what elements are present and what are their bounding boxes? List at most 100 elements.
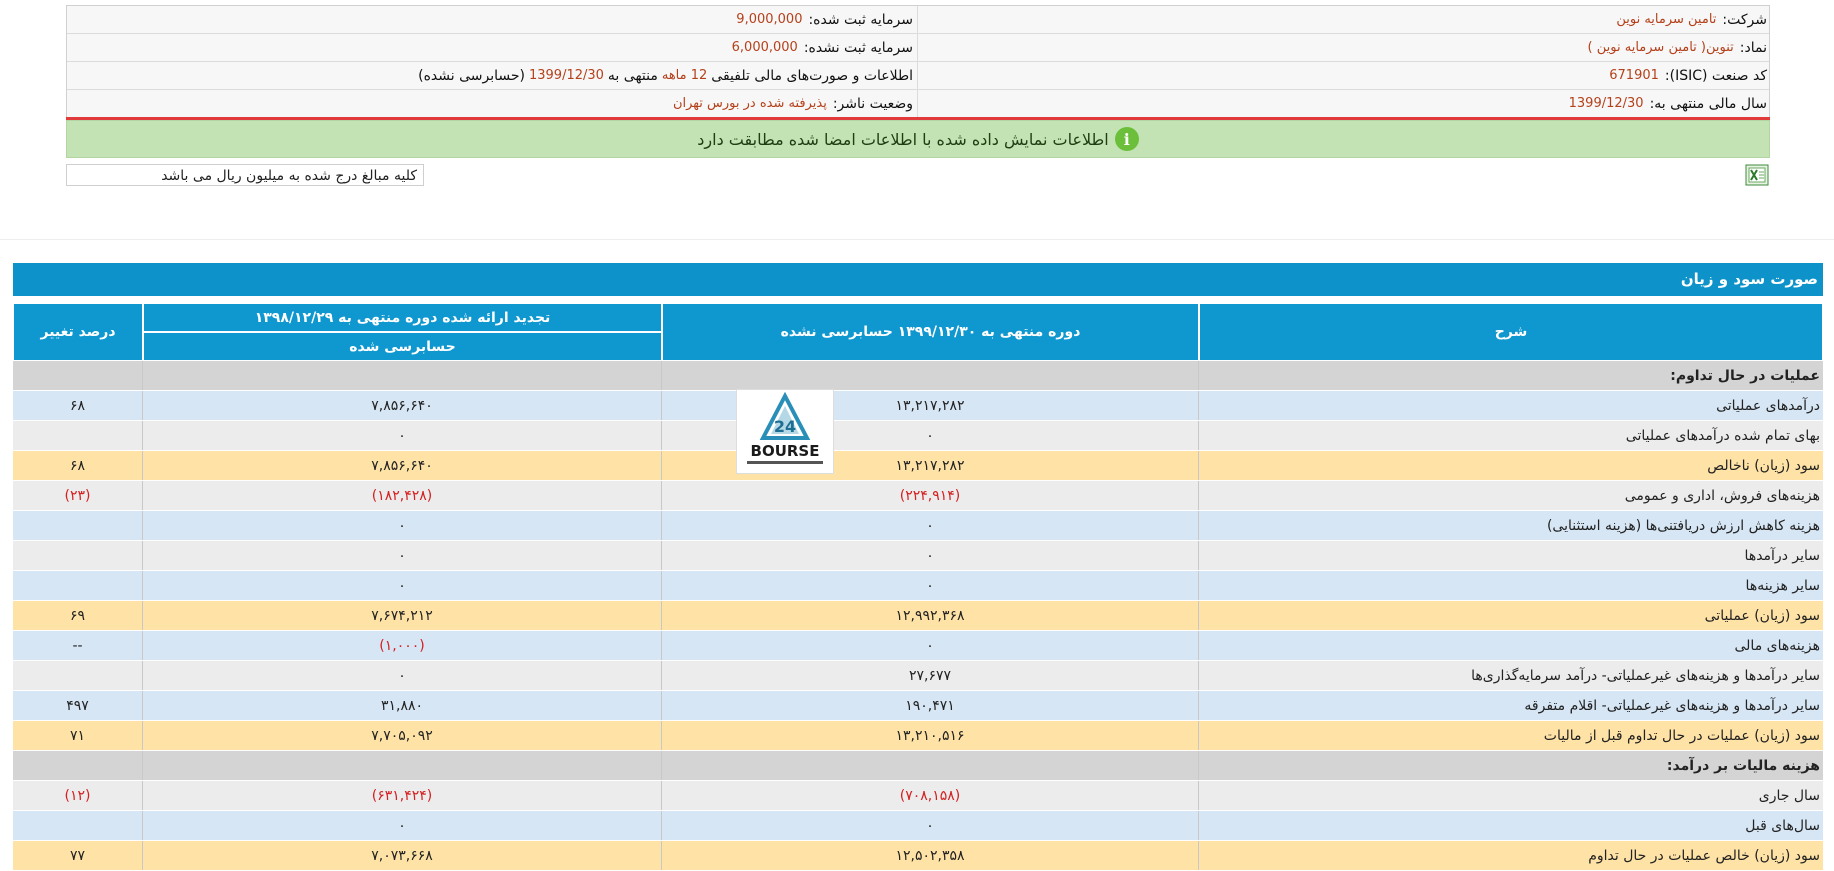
verification-banner: i اطلاعات نمایش داده شده با اطلاعات امضا… bbox=[66, 120, 1770, 158]
row-desc: هزینه‌های مالی bbox=[1199, 631, 1823, 660]
symbol-label: نماد: bbox=[1739, 39, 1767, 56]
statement-cell: اطلاعات و صورت‌های مالی تلفیقی 12 ماهه م… bbox=[67, 62, 918, 89]
info-row-company: شرکت: تامین سرمایه نوین سرمایه ثبت شده: … bbox=[67, 6, 1769, 34]
table-row: سود (زیان) خالص عملیات در حال تداوم ۱۲,۵۰… bbox=[13, 841, 1823, 871]
isic-label: کد صنعت (ISIC): bbox=[1664, 67, 1767, 84]
statement-suffix: (حسابرسی نشده) bbox=[418, 67, 525, 84]
row-desc: سود (زیان) خالص عملیات در حال تداوم bbox=[1199, 841, 1823, 870]
table-row: سود (زیان) ناخالص ۱۳,۲۱۷,۲۸۲ ۷,۸۵۶,۶۴۰ ۶۸ bbox=[13, 451, 1823, 481]
row-previous: ۷,۷۰۵,۰۹۲ bbox=[143, 721, 662, 750]
info-row-isic: کد صنعت (ISIC): 671901 اطلاعات و صورت‌ها… bbox=[67, 62, 1769, 90]
row-current: ۰ bbox=[662, 811, 1199, 840]
row-current: ۰ bbox=[662, 631, 1199, 660]
row-desc: سایر درآمدها و هزینه‌های غیرعملیاتی- درآ… bbox=[1199, 661, 1823, 690]
row-current bbox=[662, 361, 1199, 390]
company-label: شرکت: bbox=[1722, 11, 1767, 28]
row-change bbox=[13, 751, 143, 780]
row-change: -- bbox=[13, 631, 143, 660]
row-change bbox=[13, 511, 143, 540]
row-current: ۰ bbox=[662, 511, 1199, 540]
row-desc: سود (زیان) عملیات در حال تداوم قبل از ما… bbox=[1199, 721, 1823, 750]
fiscal-year-value: 1399/12/30 bbox=[1568, 96, 1644, 111]
symbol-value[interactable]: تنوین( تامین سرمایه نوین ) bbox=[1588, 40, 1734, 55]
logo-numeral: 24 bbox=[774, 417, 796, 436]
row-current: ۱۳,۲۱۰,۵۱۶ bbox=[662, 721, 1199, 750]
section-separator bbox=[0, 239, 1834, 240]
verification-text: اطلاعات نمایش داده شده با اطلاعات امضا ش… bbox=[697, 129, 1109, 149]
table-body: عملیات در حال تداوم: درآمدهای عملیاتی ۱۳,۲… bbox=[13, 361, 1823, 871]
row-previous: ۰ bbox=[143, 541, 662, 570]
capital-registered-cell: سرمایه ثبت شده: 9,000,000 bbox=[67, 6, 918, 33]
fiscal-year-label: سال مالی منتهی به: bbox=[1649, 95, 1767, 112]
capital-unregistered-label: سرمایه ثبت نشده: bbox=[803, 39, 913, 56]
row-previous: (۱,۰۰۰) bbox=[143, 631, 662, 660]
row-desc: سال‌های قبل bbox=[1199, 811, 1823, 840]
row-current bbox=[662, 751, 1199, 780]
row-desc: هزینه‌های فروش، اداری و عمومی bbox=[1199, 481, 1823, 510]
row-current: ۱۲,۹۹۲,۳۶۸ bbox=[662, 601, 1199, 630]
header-previous: تجدید ارائه شده دوره منتهی به ۱۳۹۸/۱۲/۲۹ bbox=[143, 303, 662, 332]
table-row: سال‌های قبل ۰ ۰ bbox=[13, 811, 1823, 841]
row-desc: هزینه کاهش ارزش دریافتنی‌ها (هزینه استثن… bbox=[1199, 511, 1823, 540]
table-row: سال جاری (۷۰۸,۱۵۸) (۶۳۱,۴۲۴) (۱۲) bbox=[13, 781, 1823, 811]
isic-cell: کد صنعت (ISIC): 671901 bbox=[918, 62, 1769, 89]
row-current: ۰ bbox=[662, 571, 1199, 600]
table-row: عملیات در حال تداوم: bbox=[13, 361, 1823, 391]
row-change: (۱۲) bbox=[13, 781, 143, 810]
row-previous: ۷,۸۵۶,۶۴۰ bbox=[143, 451, 662, 480]
table-row: هزینه مالیات بر درآمد: bbox=[13, 751, 1823, 781]
table-row: سایر درآمدها و هزینه‌های غیرعملیاتی- درآ… bbox=[13, 661, 1823, 691]
table-row: سایر درآمدها ۰ ۰ bbox=[13, 541, 1823, 571]
row-desc: عملیات در حال تداوم: bbox=[1199, 361, 1823, 390]
capital-registered-value: 9,000,000 bbox=[736, 12, 803, 27]
row-current: ۱۹۰,۴۷۱ bbox=[662, 691, 1199, 720]
statement-period: 12 ماهه bbox=[661, 68, 708, 83]
company-value: تامین سرمایه نوین bbox=[1616, 12, 1717, 27]
row-current: ۰ bbox=[662, 541, 1199, 570]
row-previous: (۶۳۱,۴۲۴) bbox=[143, 781, 662, 810]
row-desc: سایر هزینه‌ها bbox=[1199, 571, 1823, 600]
publisher-cell: وضعیت ناشر: پذیرفته شده در بورس تهران bbox=[67, 90, 918, 117]
statement-date: 1399/12/30 bbox=[528, 68, 604, 83]
row-desc: سایر درآمدها bbox=[1199, 541, 1823, 570]
symbol-cell: نماد: تنوین( تامین سرمایه نوین ) bbox=[918, 34, 1769, 61]
statement-prefix: اطلاعات و صورت‌های مالی تلفیقی bbox=[711, 67, 913, 84]
row-previous: (۱۸۲,۴۲۸) bbox=[143, 481, 662, 510]
row-previous: ۰ bbox=[143, 571, 662, 600]
row-change bbox=[13, 571, 143, 600]
company-info-table: شرکت: تامین سرمایه نوین سرمایه ثبت شده: … bbox=[66, 5, 1770, 118]
row-desc: هزینه مالیات بر درآمد: bbox=[1199, 751, 1823, 780]
row-change bbox=[13, 421, 143, 450]
publisher-label: وضعیت ناشر: bbox=[832, 95, 913, 112]
row-current: (۷۰۸,۱۵۸) bbox=[662, 781, 1199, 810]
row-previous: ۰ bbox=[143, 421, 662, 450]
info-row-fiscal: سال مالی منتهی به: 1399/12/30 وضعیت ناشر… bbox=[67, 90, 1769, 117]
header-current: دوره منتهی به ۱۳۹۹/۱۲/۳۰ حسابرسی نشده bbox=[662, 303, 1199, 361]
table-row: سود (زیان) عملیاتی ۱۲,۹۹۲,۳۶۸ ۷,۶۷۴,۲۱۲ ۶۹ bbox=[13, 601, 1823, 631]
row-change: ۶۸ bbox=[13, 451, 143, 480]
publisher-value: پذیرفته شده در بورس تهران bbox=[672, 96, 827, 111]
units-note: کلیه مبالغ درج شده به میلیون ریال می باش… bbox=[66, 164, 424, 186]
row-desc: سود (زیان) عملیاتی bbox=[1199, 601, 1823, 630]
row-change: (۲۳) bbox=[13, 481, 143, 510]
excel-export-icon[interactable] bbox=[1745, 163, 1769, 187]
row-previous: ۷,۶۷۴,۲۱۲ bbox=[143, 601, 662, 630]
capital-unregistered-cell: سرمایه ثبت نشده: 6,000,000 bbox=[67, 34, 918, 61]
income-statement-table: شرح دوره منتهی به ۱۳۹۹/۱۲/۳۰ حسابرسی نشد… bbox=[13, 303, 1823, 871]
fiscal-year-cell: سال مالی منتهی به: 1399/12/30 bbox=[918, 90, 1769, 117]
section-title: صورت سود و زیان bbox=[13, 263, 1823, 296]
row-previous bbox=[143, 751, 662, 780]
row-change bbox=[13, 811, 143, 840]
row-previous: ۳۱,۸۸۰ bbox=[143, 691, 662, 720]
bourse24-logo: 24 BOURSE bbox=[736, 389, 834, 474]
capital-registered-label: سرمایه ثبت شده: bbox=[808, 11, 913, 28]
row-previous: ۰ bbox=[143, 811, 662, 840]
row-desc: سایر درآمدها و هزینه‌های غیرعملیاتی- اقل… bbox=[1199, 691, 1823, 720]
table-row: بهای تمام شده درآمدهای عملیاتی ۰ ۰ bbox=[13, 421, 1823, 451]
capital-unregistered-value: 6,000,000 bbox=[731, 40, 798, 55]
row-desc: سود (زیان) ناخالص bbox=[1199, 451, 1823, 480]
table-row: سایر درآمدها و هزینه‌های غیرعملیاتی- اقل… bbox=[13, 691, 1823, 721]
row-change: ۶۹ bbox=[13, 601, 143, 630]
header-previous-sub: حسابرسی شده bbox=[143, 332, 662, 361]
row-change: ۴۹۷ bbox=[13, 691, 143, 720]
